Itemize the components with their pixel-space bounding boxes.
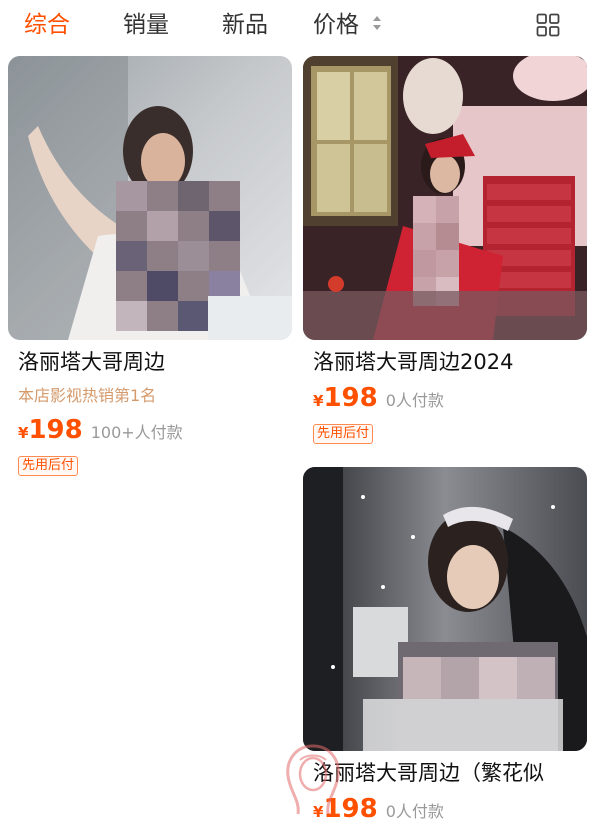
price-currency: ¥: [313, 392, 324, 410]
product-title[interactable]: 洛丽塔大哥周边2024: [313, 348, 583, 376]
sort-tab-comprehensive[interactable]: 综合: [24, 8, 70, 42]
product-title[interactable]: 洛丽塔大哥周边（繁花似: [313, 759, 583, 787]
rank-badge-text: 本店影视热销第1名: [18, 386, 157, 405]
sort-tab-label: 新品: [222, 12, 268, 38]
price-currency: ¥: [18, 424, 29, 442]
grid-view-icon[interactable]: [536, 13, 560, 37]
sort-tab-label: 价格: [313, 12, 359, 38]
sales-count: 0人付款: [385, 391, 444, 410]
product-list-page: 综合 销量 新品 价格 洛丽塔大哥周边 本店影视热销第1名 ¥198 100+人…: [0, 0, 593, 833]
sales-count: 0人付款: [385, 802, 444, 821]
sort-tab-label: 综合: [24, 12, 70, 38]
price-row: ¥198 100+人付款: [18, 414, 183, 449]
product-image[interactable]: [303, 56, 587, 340]
sales-count: 100+人付款: [90, 423, 183, 442]
product-card[interactable]: 洛丽塔大哥周边 本店影视热销第1名 ¥198 100+人付款 先用后付: [8, 56, 292, 476]
product-title[interactable]: 洛丽塔大哥周边: [18, 348, 288, 376]
product-image[interactable]: [303, 467, 587, 751]
sort-tab-sales[interactable]: 销量: [123, 8, 169, 42]
price-value: 198: [28, 415, 83, 445]
sort-tab-price[interactable]: 价格: [313, 8, 382, 43]
product-card[interactable]: 洛丽塔大哥周边2024 ¥198 0人付款 先用后付: [303, 56, 587, 446]
pay-later-badge: 先用后付: [18, 456, 79, 476]
price-value: 198: [323, 383, 378, 413]
sort-filter-bar: 综合 销量 新品 价格: [0, 0, 593, 50]
watermark-logo-icon: [278, 740, 348, 820]
product-image[interactable]: [8, 56, 292, 340]
sort-updown-icon: [372, 7, 382, 41]
sort-tab-label: 销量: [123, 12, 169, 38]
pay-later-badge: 先用后付: [313, 424, 374, 444]
price-row: ¥198 0人付款: [313, 382, 444, 417]
sort-tab-new[interactable]: 新品: [222, 8, 268, 42]
